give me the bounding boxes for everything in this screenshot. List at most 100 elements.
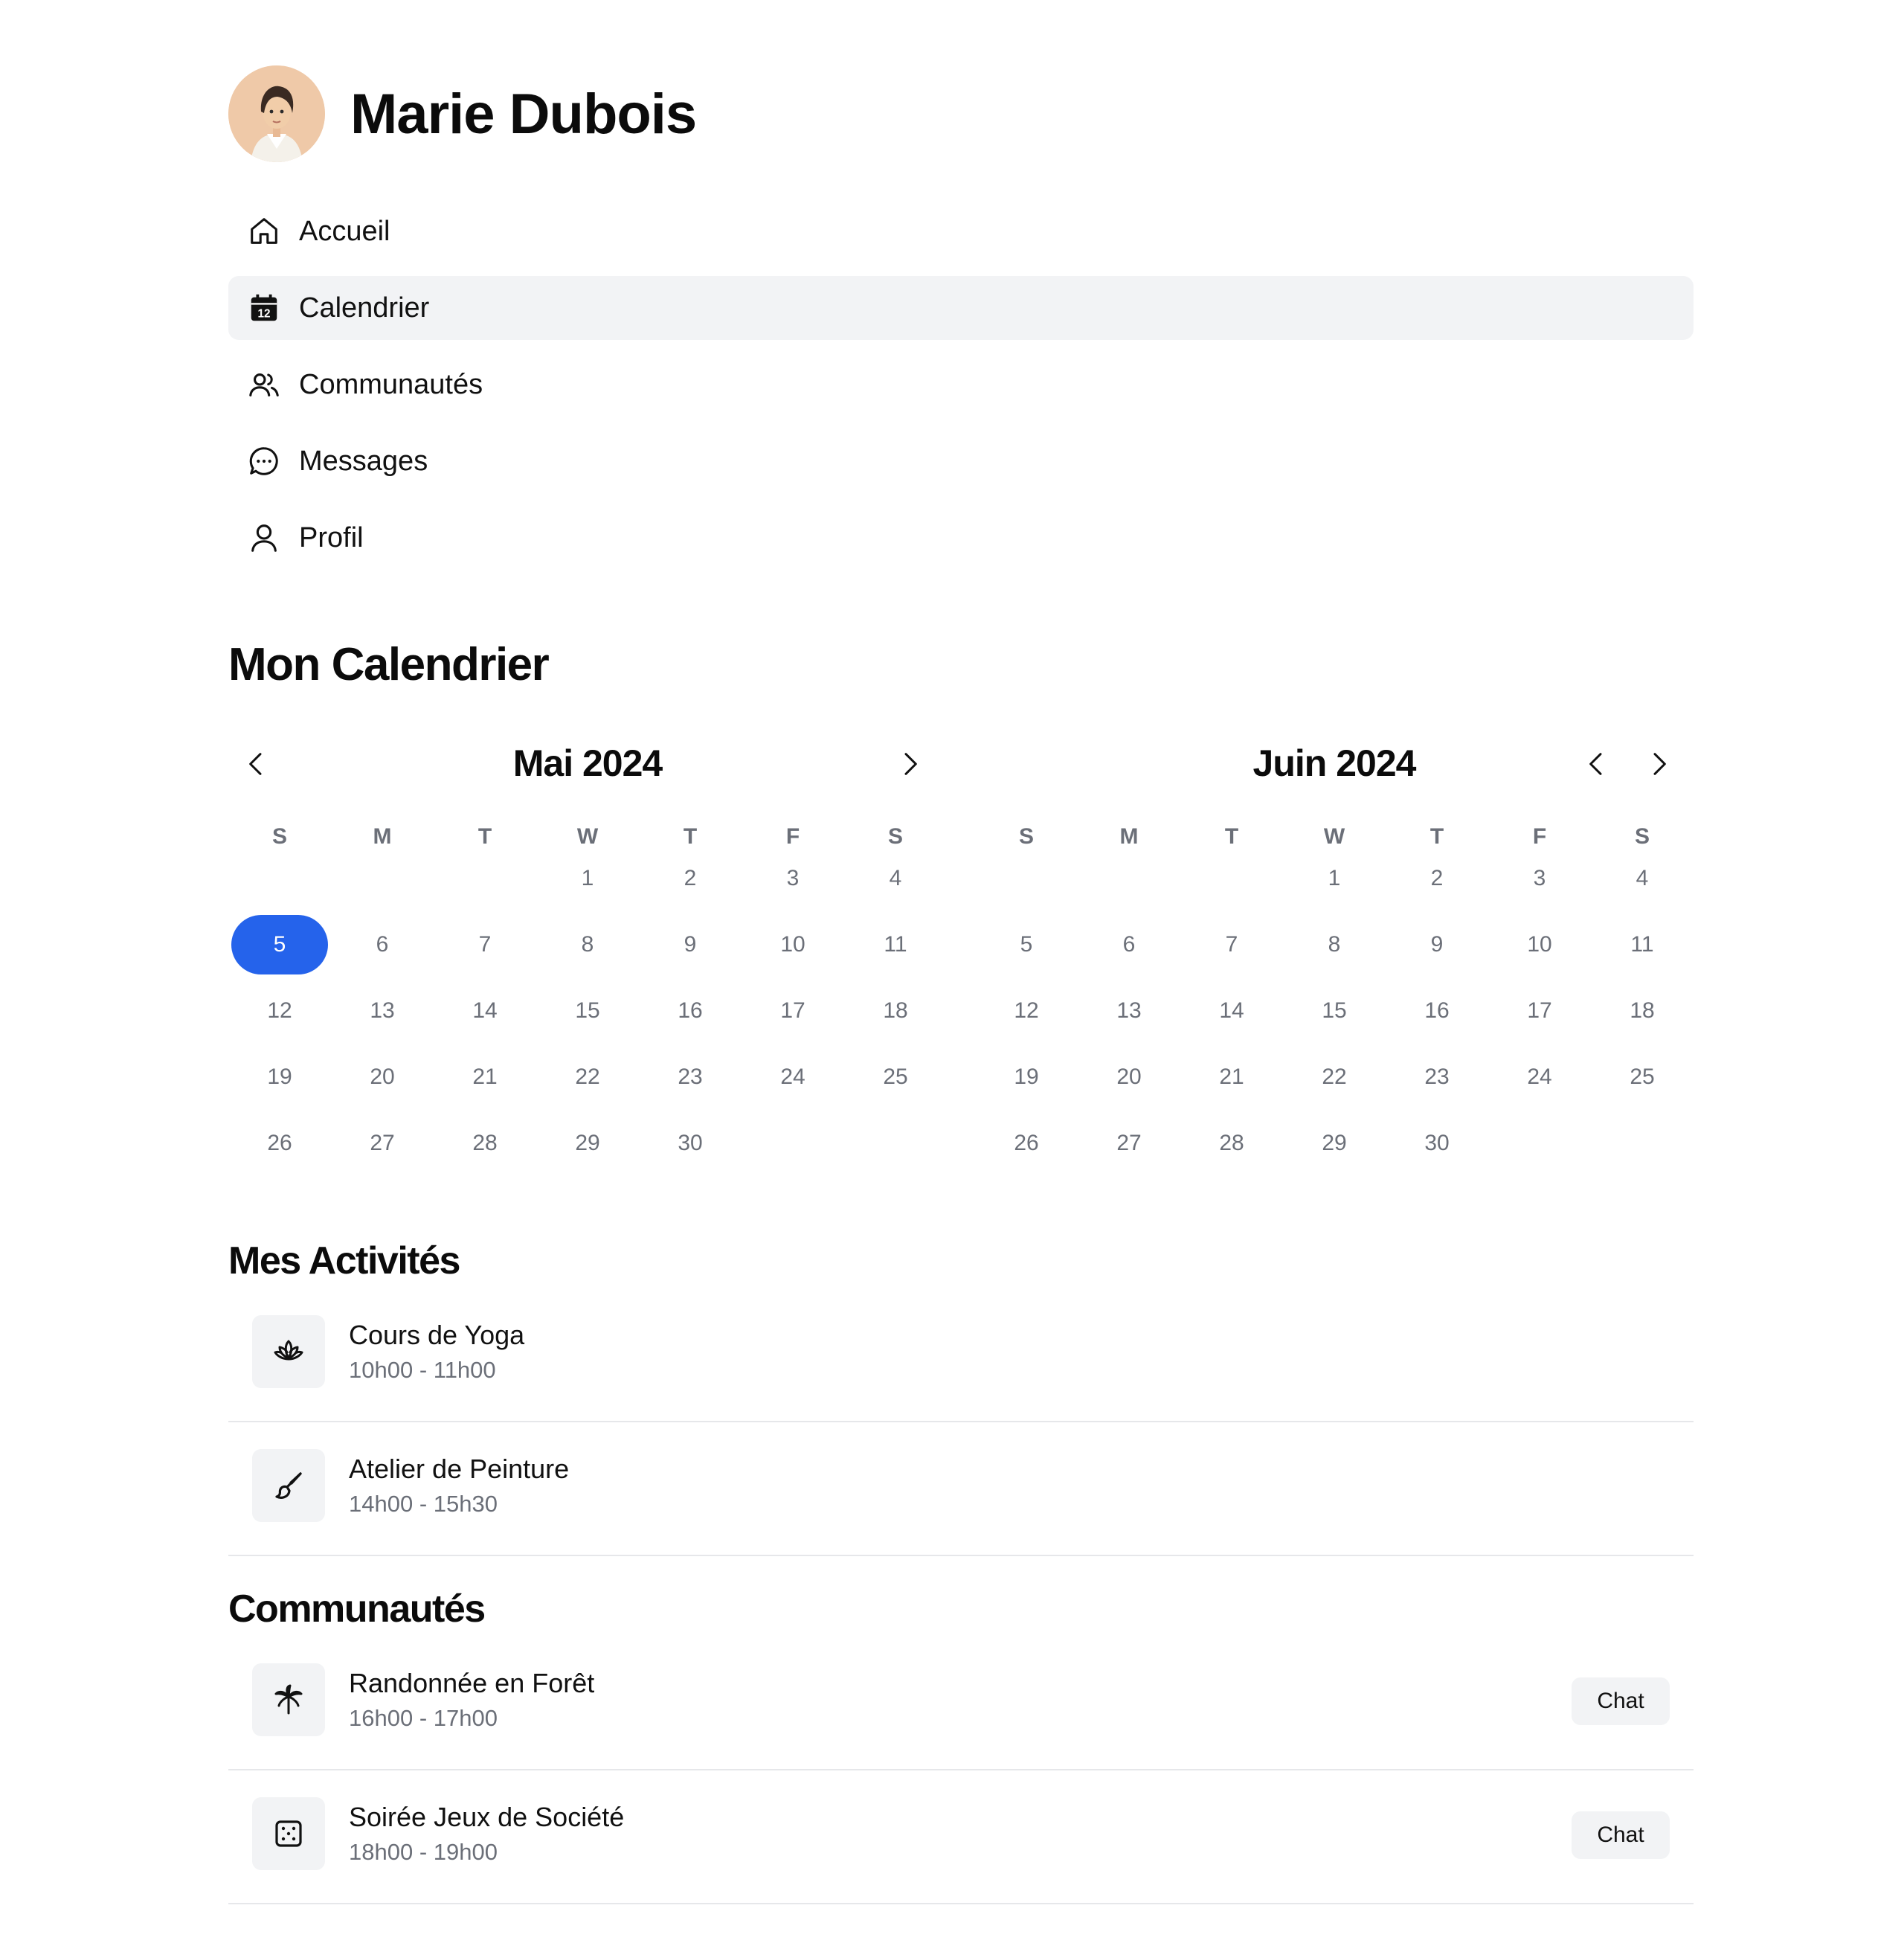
community-title: Randonnée en Forêt <box>349 1668 595 1698</box>
calendar-day[interactable]: 19 <box>231 1047 328 1107</box>
chat-button[interactable]: Chat <box>1572 1677 1670 1725</box>
calendar-day[interactable]: 3 <box>1491 849 1588 908</box>
weekday-label: W <box>1323 824 1345 849</box>
month-calendar-june: Juin 2024 S M T W T F S 1 2 3 4 5 6 7 8 9 10 11 12 13 14 15 16… <box>975 733 1694 1155</box>
calendar-day[interactable]: 13 <box>334 981 431 1041</box>
weekday-label: S <box>1018 824 1034 849</box>
calendar-day[interactable]: 24 <box>1491 1047 1588 1107</box>
prev-month-button[interactable] <box>1576 743 1618 785</box>
calendar-day[interactable]: 15 <box>1286 981 1383 1041</box>
calendar-day[interactable]: 11 <box>1594 915 1691 974</box>
users-icon <box>246 367 282 402</box>
main-nav: Accueil 12 Calendrier Communautés Messag… <box>228 199 1694 582</box>
activity-time: 10h00 - 11h00 <box>349 1357 496 1383</box>
calendar-day[interactable]: 4 <box>1594 849 1691 908</box>
calendar-day[interactable]: 22 <box>1286 1047 1383 1107</box>
nav-item-communautes[interactable]: Communautés <box>228 353 1694 417</box>
calendar-day[interactable]: 28 <box>1183 1114 1280 1173</box>
calendar-day[interactable]: 8 <box>539 915 636 974</box>
calendar-day[interactable]: 20 <box>1081 1047 1177 1107</box>
weekday-label: T <box>1224 824 1239 849</box>
calendar-day[interactable]: 17 <box>744 981 841 1041</box>
next-month-button[interactable] <box>889 743 930 785</box>
next-month-button[interactable] <box>1638 743 1679 785</box>
calendar-day[interactable]: 14 <box>437 981 533 1041</box>
calendar-day[interactable]: 18 <box>847 981 944 1041</box>
calendar-day[interactable]: 25 <box>1594 1047 1691 1107</box>
calendar-day[interactable]: 6 <box>1081 915 1177 974</box>
calendar-day[interactable]: 23 <box>1389 1047 1485 1107</box>
nav-item-messages[interactable]: Messages <box>228 429 1694 493</box>
calendar-day[interactable]: 28 <box>437 1114 533 1173</box>
nav-item-calendrier[interactable]: 12 Calendrier <box>228 276 1694 340</box>
calendar-day[interactable]: 22 <box>539 1047 636 1107</box>
calendar-day[interactable]: 7 <box>1183 915 1280 974</box>
calendar-day[interactable]: 6 <box>334 915 431 974</box>
activity-item-painting[interactable]: Atelier de Peinture 14h00 - 15h30 <box>228 1422 1694 1556</box>
weekday-label: T <box>1429 824 1444 849</box>
calendar-day[interactable]: 12 <box>978 981 1075 1041</box>
month-header: Juin 2024 <box>975 733 1694 797</box>
calendar-day[interactable]: 8 <box>1286 915 1383 974</box>
calendar-day[interactable]: 3 <box>744 849 841 908</box>
calendar-day[interactable]: 27 <box>1081 1114 1177 1173</box>
calendar-day[interactable]: 2 <box>1389 849 1485 908</box>
calendar-day[interactable]: 12 <box>231 981 328 1041</box>
user-icon <box>246 520 282 556</box>
calendar-day[interactable]: 1 <box>539 849 636 908</box>
calendar-day[interactable]: 14 <box>1183 981 1280 1041</box>
calendar-day[interactable]: 29 <box>1286 1114 1383 1173</box>
nav-item-profil[interactable]: Profil <box>228 506 1694 570</box>
calendar-day[interactable]: 11 <box>847 915 944 974</box>
lotus-icon <box>252 1315 325 1388</box>
community-item-randonnee[interactable]: Randonnée en Forêt 16h00 - 17h00 Chat <box>228 1637 1694 1770</box>
home-icon <box>246 213 282 249</box>
community-item-jeux[interactable]: Soirée Jeux de Société 18h00 - 19h00 Cha… <box>228 1770 1694 1904</box>
calendar-day[interactable]: 26 <box>231 1114 328 1173</box>
nav-item-accueil[interactable]: Accueil <box>228 199 1694 263</box>
calendar-day[interactable]: 19 <box>978 1047 1075 1107</box>
calendar-day[interactable]: 17 <box>1491 981 1588 1041</box>
calendar-day[interactable]: 10 <box>744 915 841 974</box>
activity-item-yoga[interactable]: Cours de Yoga 10h00 - 11h00 <box>228 1288 1694 1422</box>
communities-section-title: Communautés <box>228 1587 486 1631</box>
calendar-day[interactable]: 24 <box>744 1047 841 1107</box>
calendar-day[interactable]: 21 <box>437 1047 533 1107</box>
calendar-day-selected[interactable]: 5 <box>231 915 328 974</box>
month-calendar-may: Mai 2024 S M T W T F S 1 2 3 4 5 6 7 8 9 10 11 12 13 14 15 16 1… <box>228 733 947 1155</box>
calendar-day[interactable]: 15 <box>539 981 636 1041</box>
calendar-day[interactable]: 13 <box>1081 981 1177 1041</box>
calendar-day[interactable]: 27 <box>334 1114 431 1173</box>
calendar-day[interactable]: 16 <box>1389 981 1485 1041</box>
calendar-day[interactable]: 21 <box>1183 1047 1280 1107</box>
calendar-icon-badge: 12 <box>257 307 270 320</box>
calendar-icon: 12 <box>246 290 282 326</box>
calendar-day[interactable]: 5 <box>978 915 1075 974</box>
calendar-day[interactable]: 2 <box>642 849 739 908</box>
avatar[interactable] <box>228 65 325 162</box>
calendar-day[interactable]: 20 <box>334 1047 431 1107</box>
palm-tree-icon <box>252 1663 325 1736</box>
calendar-day[interactable]: 9 <box>642 915 739 974</box>
calendar-day[interactable]: 1 <box>1286 849 1383 908</box>
calendar-section-title: Mon Calendrier <box>228 639 550 690</box>
calendar-day[interactable]: 23 <box>642 1047 739 1107</box>
chat-button[interactable]: Chat <box>1572 1811 1670 1859</box>
weekday-label: T <box>477 824 492 849</box>
calendar-day[interactable]: 10 <box>1491 915 1588 974</box>
calendar-day[interactable]: 16 <box>642 981 739 1041</box>
activities-section-title: Mes Activités <box>228 1239 460 1282</box>
calendar-day[interactable]: 7 <box>437 915 533 974</box>
weekday-label: M <box>1119 824 1139 849</box>
calendar-day[interactable]: 29 <box>539 1114 636 1173</box>
calendar-day[interactable]: 25 <box>847 1047 944 1107</box>
calendar-day[interactable]: 26 <box>978 1114 1075 1173</box>
weekday-label: T <box>683 824 698 849</box>
calendar-day[interactable]: 4 <box>847 849 944 908</box>
calendar-day[interactable]: 30 <box>642 1114 739 1173</box>
dice-icon <box>252 1797 325 1870</box>
calendar-day[interactable]: 18 <box>1594 981 1691 1041</box>
calendar-day[interactable]: 9 <box>1389 915 1485 974</box>
weekday-label: S <box>271 824 287 849</box>
calendar-day[interactable]: 30 <box>1389 1114 1485 1173</box>
